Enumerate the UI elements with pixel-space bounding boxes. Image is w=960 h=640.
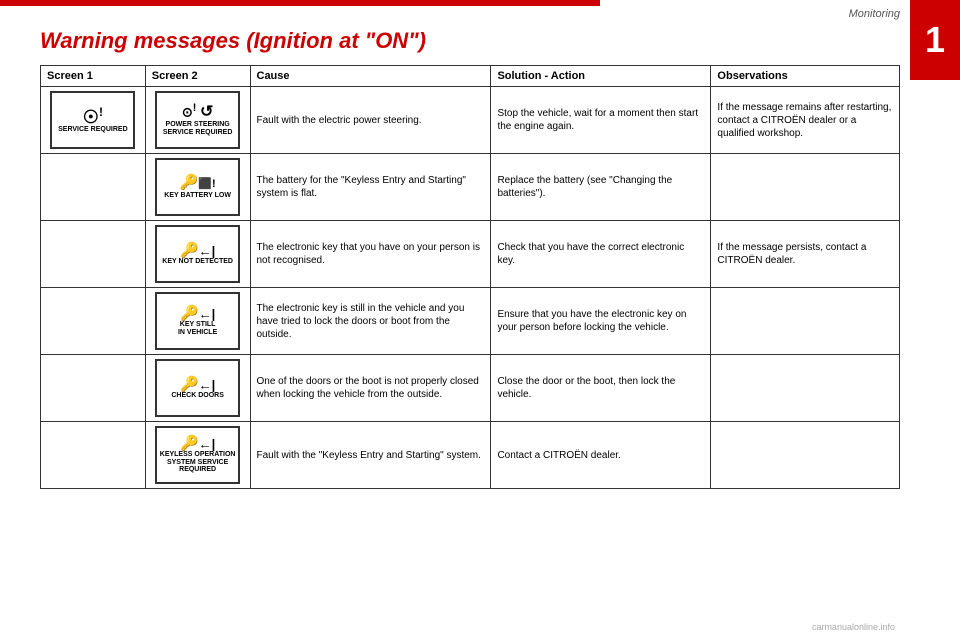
- solution-cell: Contact a CITROËN dealer.: [491, 422, 711, 489]
- cause-cell: The electronic key that you have on your…: [250, 221, 491, 288]
- solution-cell: Replace the battery (see "Changing the b…: [491, 154, 711, 221]
- page-number: 1: [925, 19, 945, 61]
- screen2-cell: 🔑←| KEY NOT DETECTED: [145, 221, 250, 288]
- icon-label-s2: KEY NOT DETECTED: [162, 258, 233, 266]
- table-row: ☉! SERVICE REQUIRED ⊙! ↺ POWER STEERINGS…: [41, 87, 900, 154]
- table-row: 🔑←| KEY STILLIN VEHICLE The electronic k…: [41, 288, 900, 355]
- screen2-cell: ⊙! ↺ POWER STEERINGSERVICE REQUIRED: [145, 87, 250, 154]
- header-observations: Observations: [711, 66, 900, 87]
- section-label: Monitoring: [849, 8, 900, 20]
- icon-box-s2: ⊙! ↺ POWER STEERINGSERVICE REQUIRED: [155, 91, 240, 149]
- observations-cell: [711, 154, 900, 221]
- icon-box-s2: 🔑←| KEY STILLIN VEHICLE: [155, 292, 240, 350]
- table-header-row: Screen 1 Screen 2 Cause Solution - Actio…: [41, 66, 900, 87]
- screen1-cell-empty: [41, 422, 146, 489]
- icon-box-s2: 🔑←| KEYLESS OPERATIONSYSTEM SERVICEREQUI…: [155, 426, 240, 484]
- table-row: 🔑←| CHECK DOORS One of the doors or the …: [41, 355, 900, 422]
- solution-cell: Check that you have the correct electron…: [491, 221, 711, 288]
- observations-cell: [711, 355, 900, 422]
- icon-label-s2: KEY BATTERY LOW: [164, 192, 231, 200]
- screen1-cell: ☉! SERVICE REQUIRED: [41, 87, 146, 154]
- header-cause: Cause: [250, 66, 491, 87]
- icon-box-s2: 🔑⬛! KEY BATTERY LOW: [155, 158, 240, 216]
- watermark: carmanualonline.info: [812, 622, 895, 632]
- top-accent-bar: [0, 0, 600, 6]
- observations-cell: [711, 288, 900, 355]
- solution-cell: Ensure that you have the electronic key …: [491, 288, 711, 355]
- solution-cell: Stop the vehicle, wait for a moment then…: [491, 87, 711, 154]
- icon-label-s2: KEYLESS OPERATIONSYSTEM SERVICEREQUIRED: [160, 451, 236, 474]
- icon-label-s2: KEY STILLIN VEHICLE: [178, 321, 217, 336]
- screen2-cell: 🔑←| KEY STILLIN VEHICLE: [145, 288, 250, 355]
- header-screen1: Screen 1: [41, 66, 146, 87]
- page-number-tab: 1: [910, 0, 960, 80]
- observations-cell: [711, 422, 900, 489]
- screen1-cell-empty: [41, 154, 146, 221]
- observations-cell: If the message persists, contact a CITRO…: [711, 221, 900, 288]
- icon-box-s2: 🔑←| CHECK DOORS: [155, 359, 240, 417]
- icon-box-s2: 🔑←| KEY NOT DETECTED: [155, 225, 240, 283]
- table-row: 🔑←| KEY NOT DETECTED The electronic key …: [41, 221, 900, 288]
- cause-cell: One of the doors or the boot is not prop…: [250, 355, 491, 422]
- header-solution: Solution - Action: [491, 66, 711, 87]
- icon-label-s2: CHECK DOORS: [171, 392, 224, 400]
- screen1-cell-empty: [41, 221, 146, 288]
- table-row: 🔑⬛! KEY BATTERY LOW The battery for the …: [41, 154, 900, 221]
- cause-cell: Fault with the electric power steering.: [250, 87, 491, 154]
- warning-table-container: Screen 1 Screen 2 Cause Solution - Actio…: [40, 65, 900, 610]
- cause-cell: The electronic key is still in the vehic…: [250, 288, 491, 355]
- screen1-cell-empty: [41, 288, 146, 355]
- screen1-cell-empty: [41, 355, 146, 422]
- screen2-cell: 🔑←| KEYLESS OPERATIONSYSTEM SERVICEREQUI…: [145, 422, 250, 489]
- screen2-cell: 🔑⬛! KEY BATTERY LOW: [145, 154, 250, 221]
- cause-cell: Fault with the "Keyless Entry and Starti…: [250, 422, 491, 489]
- table-row: 🔑←| KEYLESS OPERATIONSYSTEM SERVICEREQUI…: [41, 422, 900, 489]
- page-title: Warning messages (Ignition at "ON"): [40, 28, 426, 54]
- screen2-cell: 🔑←| CHECK DOORS: [145, 355, 250, 422]
- solution-cell: Close the door or the boot, then lock th…: [491, 355, 711, 422]
- icon-box-s1: ☉! SERVICE REQUIRED: [50, 91, 135, 149]
- cause-cell: The battery for the "Keyless Entry and S…: [250, 154, 491, 221]
- icon-label-s2: POWER STEERINGSERVICE REQUIRED: [163, 121, 233, 136]
- warning-table: Screen 1 Screen 2 Cause Solution - Actio…: [40, 65, 900, 489]
- observations-cell: If the message remains after restarting,…: [711, 87, 900, 154]
- header-screen2: Screen 2: [145, 66, 250, 87]
- icon-label-s1: SERVICE REQUIRED: [58, 126, 128, 134]
